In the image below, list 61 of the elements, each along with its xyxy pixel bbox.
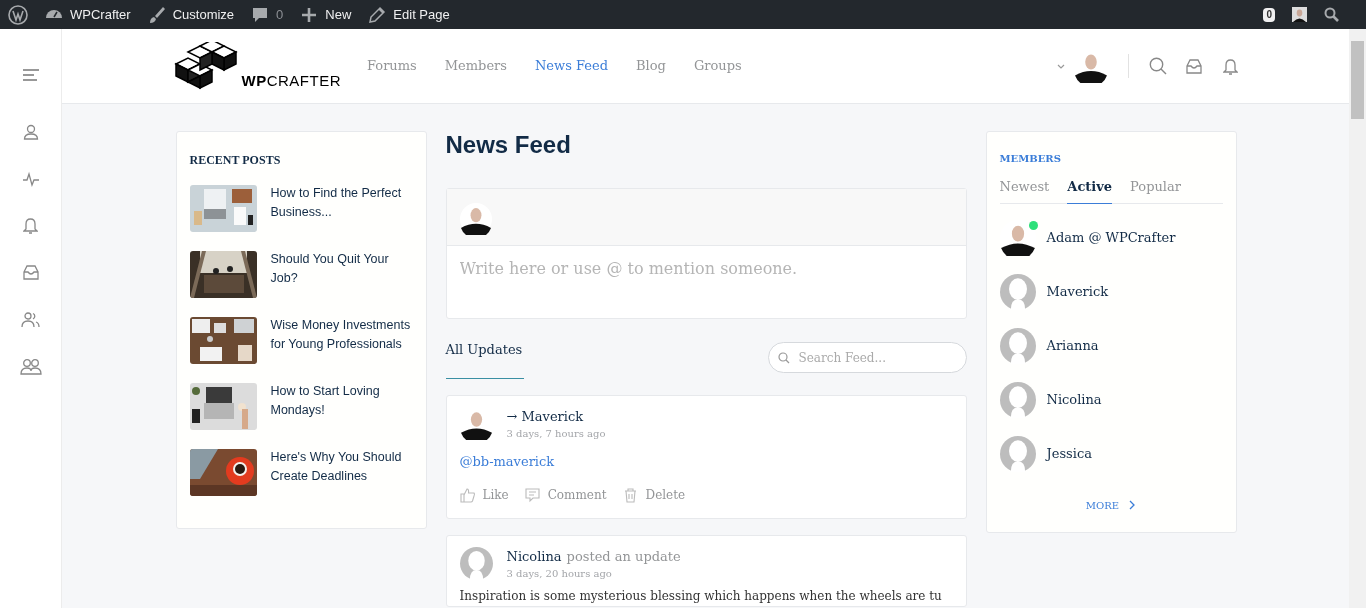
thumbs-up-icon — [459, 487, 476, 503]
scrollbar[interactable] — [1349, 29, 1366, 608]
inbox-icon[interactable] — [1185, 58, 1202, 74]
avatar[interactable] — [1292, 7, 1307, 22]
notification-count[interactable]: 0 — [1263, 7, 1275, 22]
search-feed-field[interactable]: Search Feed... — [767, 342, 967, 373]
member-name[interactable]: Arianna — [1046, 335, 1099, 356]
post-title[interactable]: Wise Money Investments for Young Professionals — [270, 316, 413, 354]
person-icon[interactable] — [22, 123, 39, 140]
feed-tab[interactable]: All Updates — [445, 340, 525, 379]
widget-title: RECENT POSTS — [189, 152, 282, 169]
post-title[interactable]: Here's Why You Should Create Deadlines — [270, 448, 413, 486]
post-title[interactable]: How to Find the Perfect Business... — [270, 184, 413, 222]
trash-icon — [622, 487, 639, 503]
search-icon[interactable] — [1148, 57, 1167, 75]
member-name[interactable]: Nicolina — [1046, 389, 1102, 410]
people-icon[interactable] — [21, 311, 40, 328]
timestamp: 3 days, 7 hours ago — [506, 427, 606, 441]
post-input[interactable]: Write here or use @ to mention someone. — [459, 254, 953, 282]
admin-bar-link[interactable]: Customize — [172, 4, 235, 25]
mention-link[interactable]: @bb-maverick — [459, 453, 953, 471]
admin-bar-link[interactable]: WPCrafter — [70, 4, 131, 25]
more-link[interactable]: MORE — [1085, 497, 1137, 513]
member-name[interactable]: Adam @ WPCrafter — [1046, 227, 1176, 248]
post-title[interactable]: Should You Quit Your Job? — [270, 250, 413, 288]
member-name[interactable]: Maverick — [1046, 281, 1109, 302]
member-name[interactable]: Jessica — [1046, 443, 1092, 464]
avatar — [459, 547, 493, 580]
author-name[interactable]: → Maverick — [506, 408, 584, 426]
search-icon[interactable] — [1324, 7, 1339, 22]
search-icon — [777, 352, 790, 364]
wordpress-logo-icon[interactable] — [8, 4, 28, 25]
avatar — [999, 381, 1036, 418]
comment-count[interactable]: 0 — [276, 4, 284, 25]
widget-title: MEMBERS — [999, 152, 1062, 166]
activity-text: Inspiration is some mysterious blessing which happens when the wheels are tu — [459, 588, 943, 604]
avatar — [459, 202, 492, 235]
post-title[interactable]: How to Start Loving Mondays! — [270, 382, 413, 420]
notifications-icon[interactable] — [23, 217, 38, 234]
avatar — [999, 435, 1036, 472]
chevron-right-icon — [1129, 500, 1137, 510]
nav-link[interactable]: News Feed — [535, 56, 608, 76]
menu-icon[interactable] — [21, 67, 40, 82]
activity-action: posted an update — [566, 548, 681, 566]
avatar — [999, 327, 1036, 364]
notifications-icon[interactable] — [1222, 57, 1238, 75]
author-name[interactable]: Nicolina — [506, 548, 562, 566]
page-title: News Feed — [445, 131, 572, 160]
inbox-icon[interactable] — [22, 265, 39, 280]
logo-icon — [173, 42, 240, 90]
admin-bar-link[interactable]: Edit Page — [393, 4, 450, 25]
comment-icon — [524, 487, 541, 503]
admin-bar-link[interactable]: New — [325, 4, 352, 25]
chevron-down-icon[interactable] — [1056, 63, 1065, 69]
member-tab[interactable]: Active — [1067, 177, 1113, 204]
pencil-icon[interactable] — [367, 4, 388, 25]
pulse-icon[interactable] — [21, 170, 40, 187]
timestamp: 3 days, 20 hours ago — [506, 567, 613, 581]
avatar — [999, 273, 1036, 310]
group-icon[interactable] — [19, 358, 42, 375]
logo-text: WPCRAFTER — [241, 73, 341, 88]
